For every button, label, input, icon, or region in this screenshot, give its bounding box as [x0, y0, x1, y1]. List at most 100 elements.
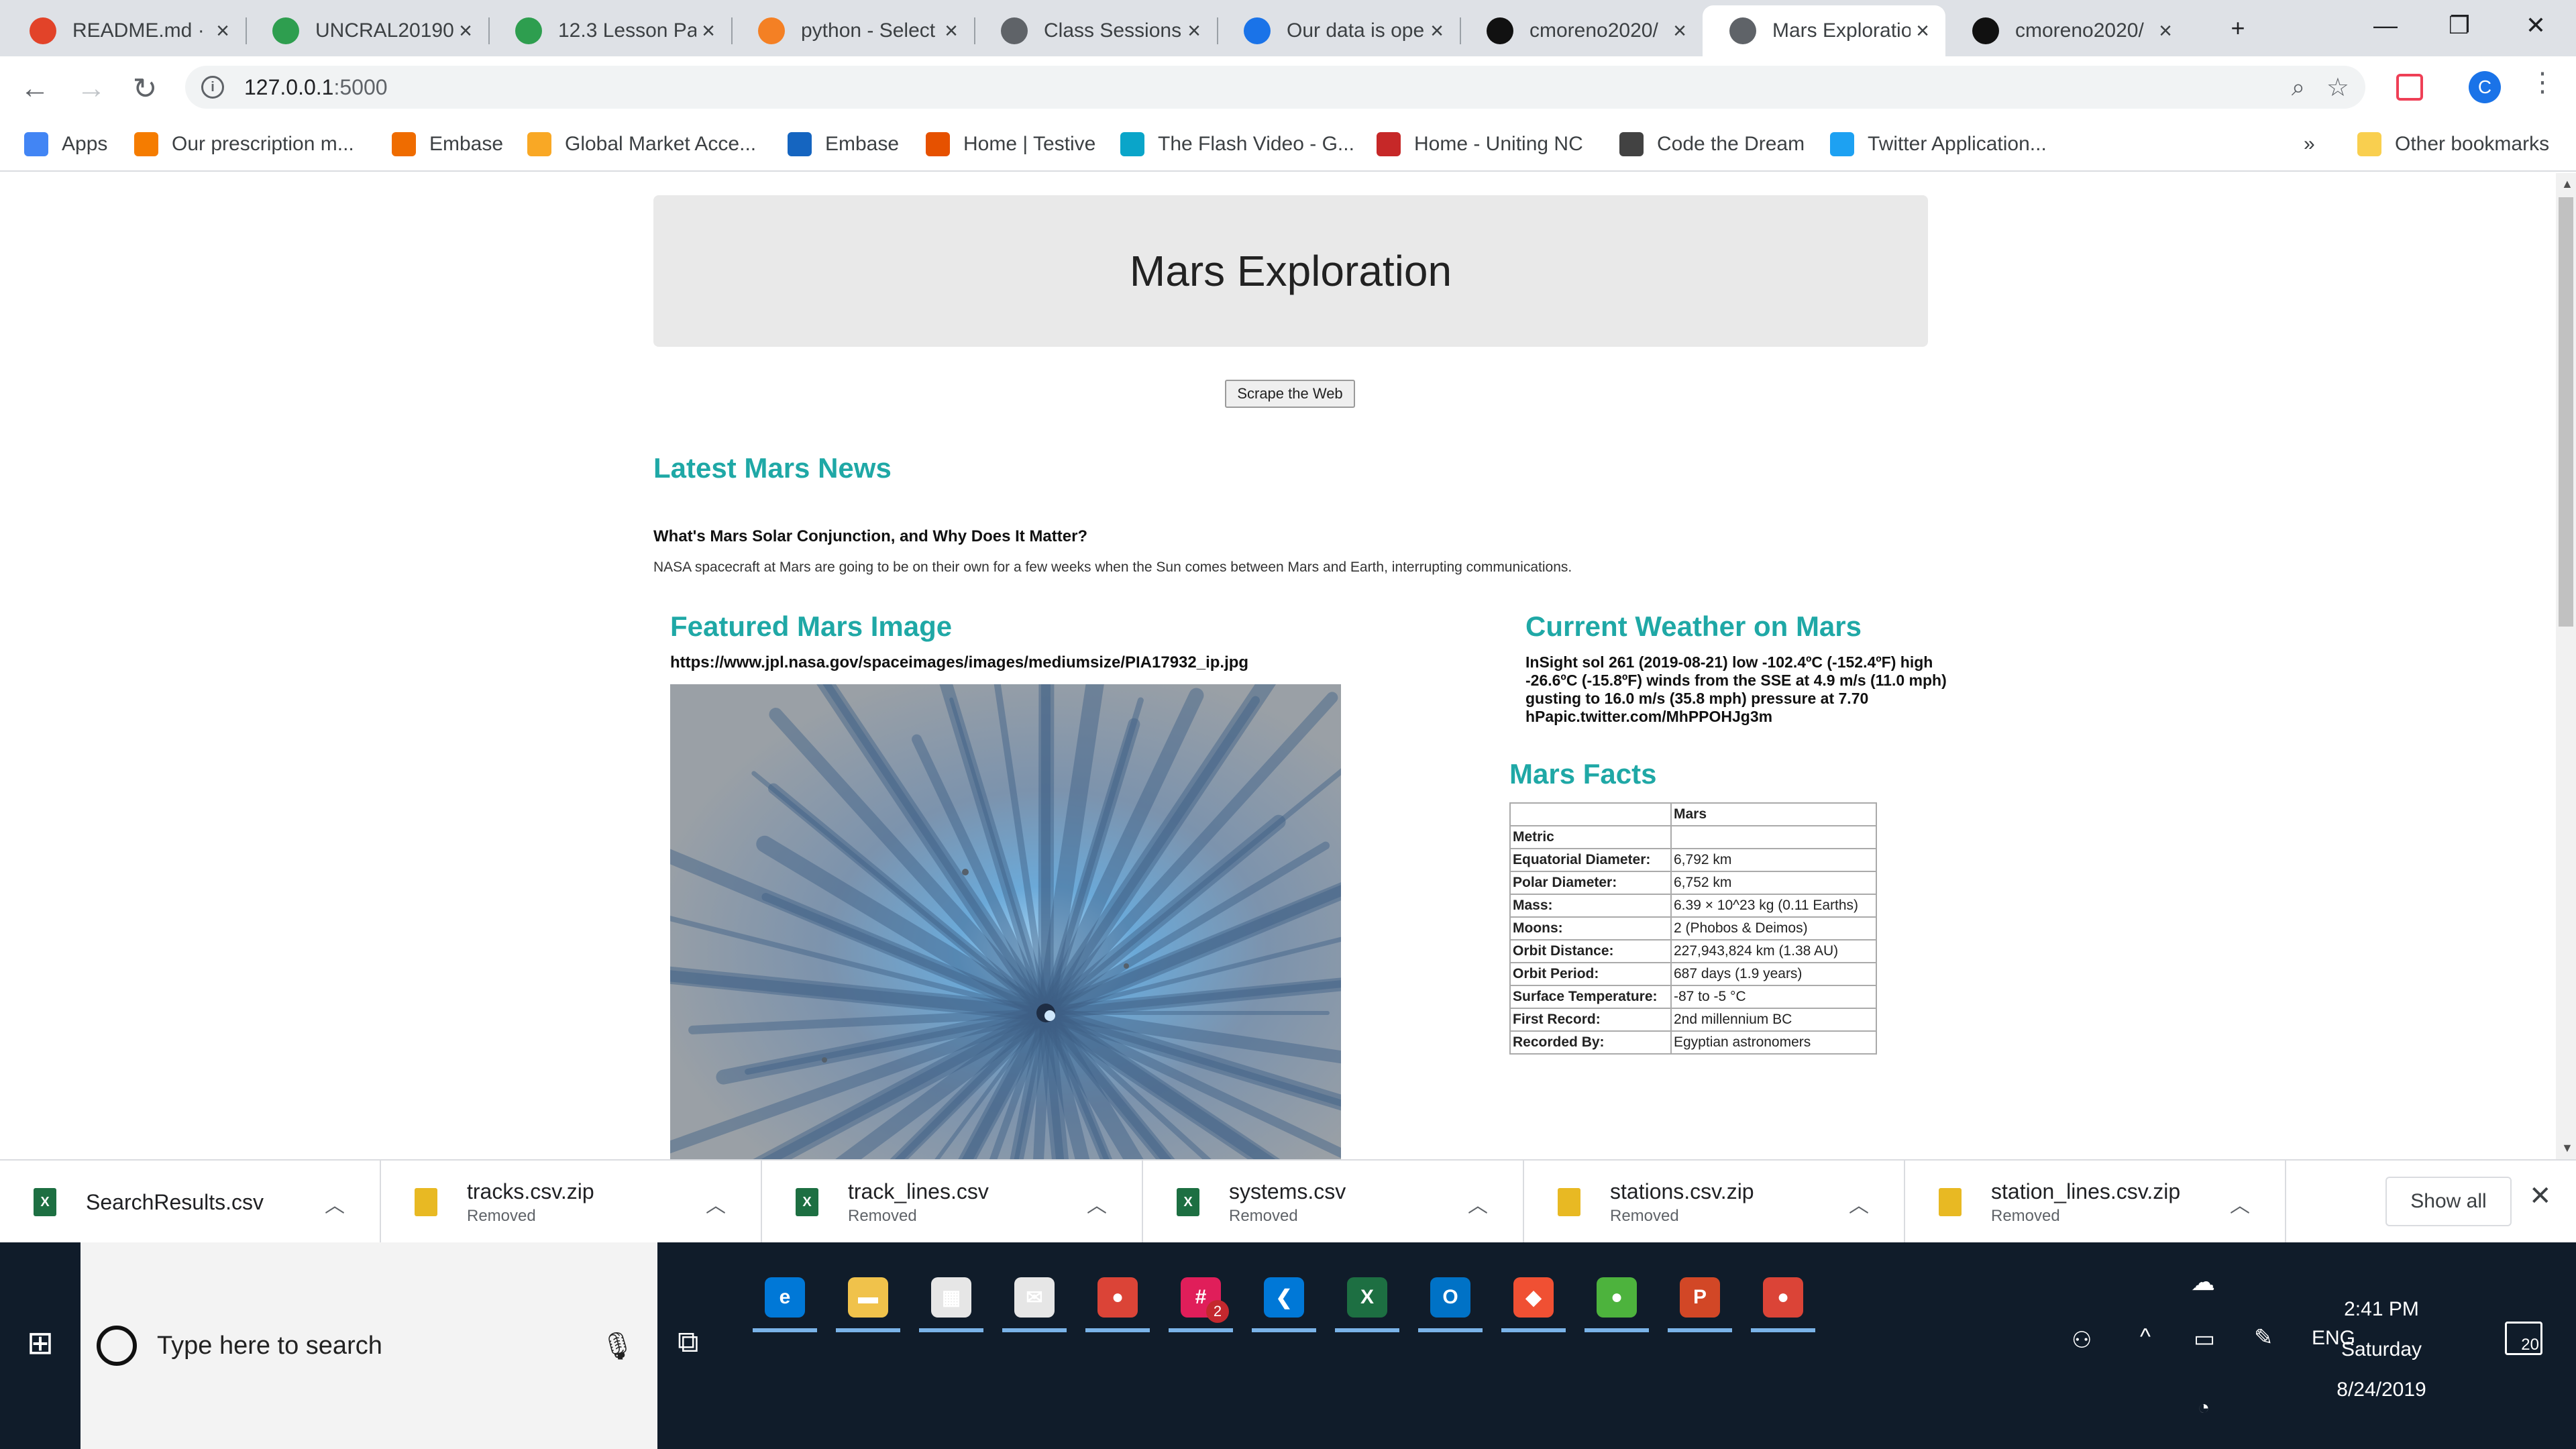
- vscode-icon[interactable]: ❮: [1249, 1263, 1319, 1332]
- close-tab-icon[interactable]: ×: [696, 18, 720, 44]
- close-tab-icon[interactable]: ×: [211, 18, 235, 44]
- chevron-up-icon[interactable]: ︿: [2230, 1189, 2250, 1218]
- bookmarks-overflow-icon[interactable]: »: [2304, 127, 2315, 161]
- bookmark-item[interactable]: Our prescription m...: [134, 127, 354, 161]
- page-scrollbar[interactable]: ▲ ▼: [2556, 173, 2576, 1159]
- window-close-icon[interactable]: ✕: [2498, 0, 2573, 51]
- pen-icon[interactable]: ✎: [2254, 1324, 2273, 1351]
- scroll-down-icon[interactable]: ▼: [2561, 1141, 2573, 1155]
- download-item[interactable]: Xsystems.csv Removed ︿: [1143, 1161, 1524, 1244]
- reload-icon[interactable]: ↻: [126, 70, 164, 107]
- table-row: Equatorial Diameter: 6,792 km: [1509, 848, 1877, 872]
- browser-tab[interactable]: cmoreno2020/ ×: [1460, 5, 1703, 56]
- browser-tab[interactable]: 12.3 Lesson Pa ×: [488, 5, 731, 56]
- download-item[interactable]: tracks.csv.zip Removed ︿: [381, 1161, 762, 1244]
- bookmark-item[interactable]: The Flash Video - G...: [1120, 127, 1354, 161]
- download-item[interactable]: Xtrack_lines.csv Removed ︿: [762, 1161, 1143, 1244]
- excel-file-icon: X: [796, 1188, 818, 1216]
- taskbar-search-box[interactable]: Type here to search 🎙: [80, 1242, 657, 1449]
- chevron-up-icon[interactable]: ︿: [325, 1189, 345, 1218]
- download-status: Removed: [1610, 1206, 1679, 1225]
- windows-start-icon[interactable]: ⊞: [13, 1316, 67, 1370]
- download-item[interactable]: X SearchResults.csv ︿: [0, 1161, 381, 1244]
- close-tab-icon[interactable]: ×: [2153, 18, 2178, 44]
- browser-tab[interactable]: Class Sessions ×: [974, 5, 1217, 56]
- download-filename: track_lines.csv: [848, 1179, 989, 1203]
- chrome-icon-2[interactable]: ●: [1748, 1263, 1818, 1332]
- bookmark-item[interactable]: Home - Uniting NC: [1377, 127, 1583, 161]
- info-icon[interactable]: i: [201, 76, 224, 99]
- bookmark-favicon-icon: [788, 132, 812, 156]
- new-tab-icon[interactable]: +: [2200, 3, 2275, 54]
- table-header-mars: Mars: [1670, 802, 1877, 826]
- battery-icon[interactable]: ▭: [2194, 1326, 2215, 1352]
- other-bookmarks[interactable]: Other bookmarks: [2357, 127, 2549, 161]
- people-icon[interactable]: ⚇: [2072, 1327, 2092, 1354]
- action-center-icon[interactable]: 20: [2505, 1322, 2542, 1355]
- git-icon[interactable]: ◆: [1499, 1263, 1568, 1332]
- avatar[interactable]: C: [2469, 71, 2501, 103]
- fact-label: First Record:: [1509, 1008, 1672, 1032]
- outlook-icon[interactable]: O: [1415, 1263, 1485, 1332]
- bookmark-item[interactable]: Global Market Acce...: [527, 127, 756, 161]
- close-icon[interactable]: ✕: [2529, 1181, 2552, 1212]
- close-tab-icon[interactable]: ×: [939, 18, 963, 44]
- wifi-icon[interactable]: ◔: [2198, 1397, 2210, 1419]
- close-tab-icon[interactable]: ×: [1182, 18, 1206, 44]
- file-explorer-icon[interactable]: ▬: [833, 1263, 903, 1332]
- browser-tab[interactable]: UNCRAL20190 ×: [246, 5, 488, 56]
- zoom-icon[interactable]: ⌕: [2292, 73, 2305, 102]
- browser-tab[interactable]: README.md · m×: [3, 5, 246, 56]
- mail-icon[interactable]: ✉: [1000, 1263, 1069, 1332]
- slack-icon[interactable]: #2: [1166, 1263, 1236, 1332]
- scroll-thumb[interactable]: [2559, 197, 2573, 627]
- download-filename: SearchResults.csv: [86, 1189, 264, 1214]
- close-tab-icon[interactable]: ×: [1911, 18, 1935, 44]
- forward-icon[interactable]: →: [72, 70, 110, 107]
- bookmark-item[interactable]: Home | Testive: [926, 127, 1095, 161]
- address-bar[interactable]: i 127.0.0.1:5000 ⌕ ☆: [185, 66, 2365, 109]
- browser-tab[interactable]: Our data is ope ×: [1217, 5, 1460, 56]
- store-icon[interactable]: ▦: [916, 1263, 986, 1332]
- clock-date: 8/24/2019: [2337, 1379, 2426, 1401]
- clock[interactable]: 2:41 PM Saturday 8/24/2019: [2328, 1289, 2435, 1410]
- minimize-icon[interactable]: —: [2348, 0, 2423, 51]
- show-all-button[interactable]: Show all: [2385, 1177, 2512, 1226]
- chevron-up-icon[interactable]: ︿: [706, 1189, 726, 1218]
- bookmark-item[interactable]: Apps: [24, 127, 107, 161]
- task-view-icon[interactable]: ⧉: [678, 1326, 698, 1359]
- close-tab-icon[interactable]: ×: [1668, 18, 1692, 44]
- bookmark-item[interactable]: Twitter Application...: [1830, 127, 2047, 161]
- bookmark-item[interactable]: Code the Dream: [1619, 127, 1805, 161]
- edge-icon[interactable]: e: [750, 1263, 820, 1332]
- onedrive-icon[interactable]: ☁: [2191, 1268, 2215, 1296]
- mongodb-icon[interactable]: ●: [1582, 1263, 1652, 1332]
- download-filename: stations.csv.zip: [1610, 1179, 1754, 1203]
- chrome-icon[interactable]: ●: [1083, 1263, 1152, 1332]
- excel-icon[interactable]: X: [1332, 1263, 1402, 1332]
- powerpoint-icon[interactable]: P: [1665, 1263, 1735, 1332]
- scroll-up-icon[interactable]: ▲: [2561, 177, 2573, 191]
- bookmark-star-icon[interactable]: ☆: [2326, 72, 2349, 103]
- menu-icon[interactable]: ⋮: [2529, 67, 2556, 98]
- tab-title: 12.3 Lesson Pa: [558, 19, 696, 42]
- close-tab-icon[interactable]: ×: [453, 18, 478, 44]
- back-icon[interactable]: ←: [16, 70, 54, 107]
- download-item[interactable]: station_lines.csv.zip Removed ︿: [1905, 1161, 2286, 1244]
- cortana-icon[interactable]: [97, 1326, 137, 1366]
- chevron-up-icon[interactable]: ︿: [1468, 1189, 1488, 1218]
- chevron-up-icon[interactable]: ^: [2140, 1324, 2151, 1350]
- download-item[interactable]: stations.csv.zip Removed ︿: [1524, 1161, 1905, 1244]
- bookmark-item[interactable]: Embase: [788, 127, 899, 161]
- browser-tab[interactable]: python - Select ×: [731, 5, 974, 56]
- browser-tab[interactable]: Mars Exploratio ×: [1703, 5, 1945, 56]
- chevron-up-icon[interactable]: ︿: [1087, 1189, 1107, 1218]
- close-tab-icon[interactable]: ×: [1425, 18, 1449, 44]
- pocket-extension-icon[interactable]: [2396, 74, 2423, 101]
- restore-icon[interactable]: ❐: [2422, 0, 2497, 51]
- microphone-icon[interactable]: 🎙: [600, 1330, 635, 1362]
- bookmark-item[interactable]: Embase: [392, 127, 503, 161]
- browser-tab[interactable]: cmoreno2020/ ×: [1945, 5, 2188, 56]
- scrape-button[interactable]: Scrape the Web: [1225, 380, 1355, 408]
- chevron-up-icon[interactable]: ︿: [1849, 1189, 1869, 1218]
